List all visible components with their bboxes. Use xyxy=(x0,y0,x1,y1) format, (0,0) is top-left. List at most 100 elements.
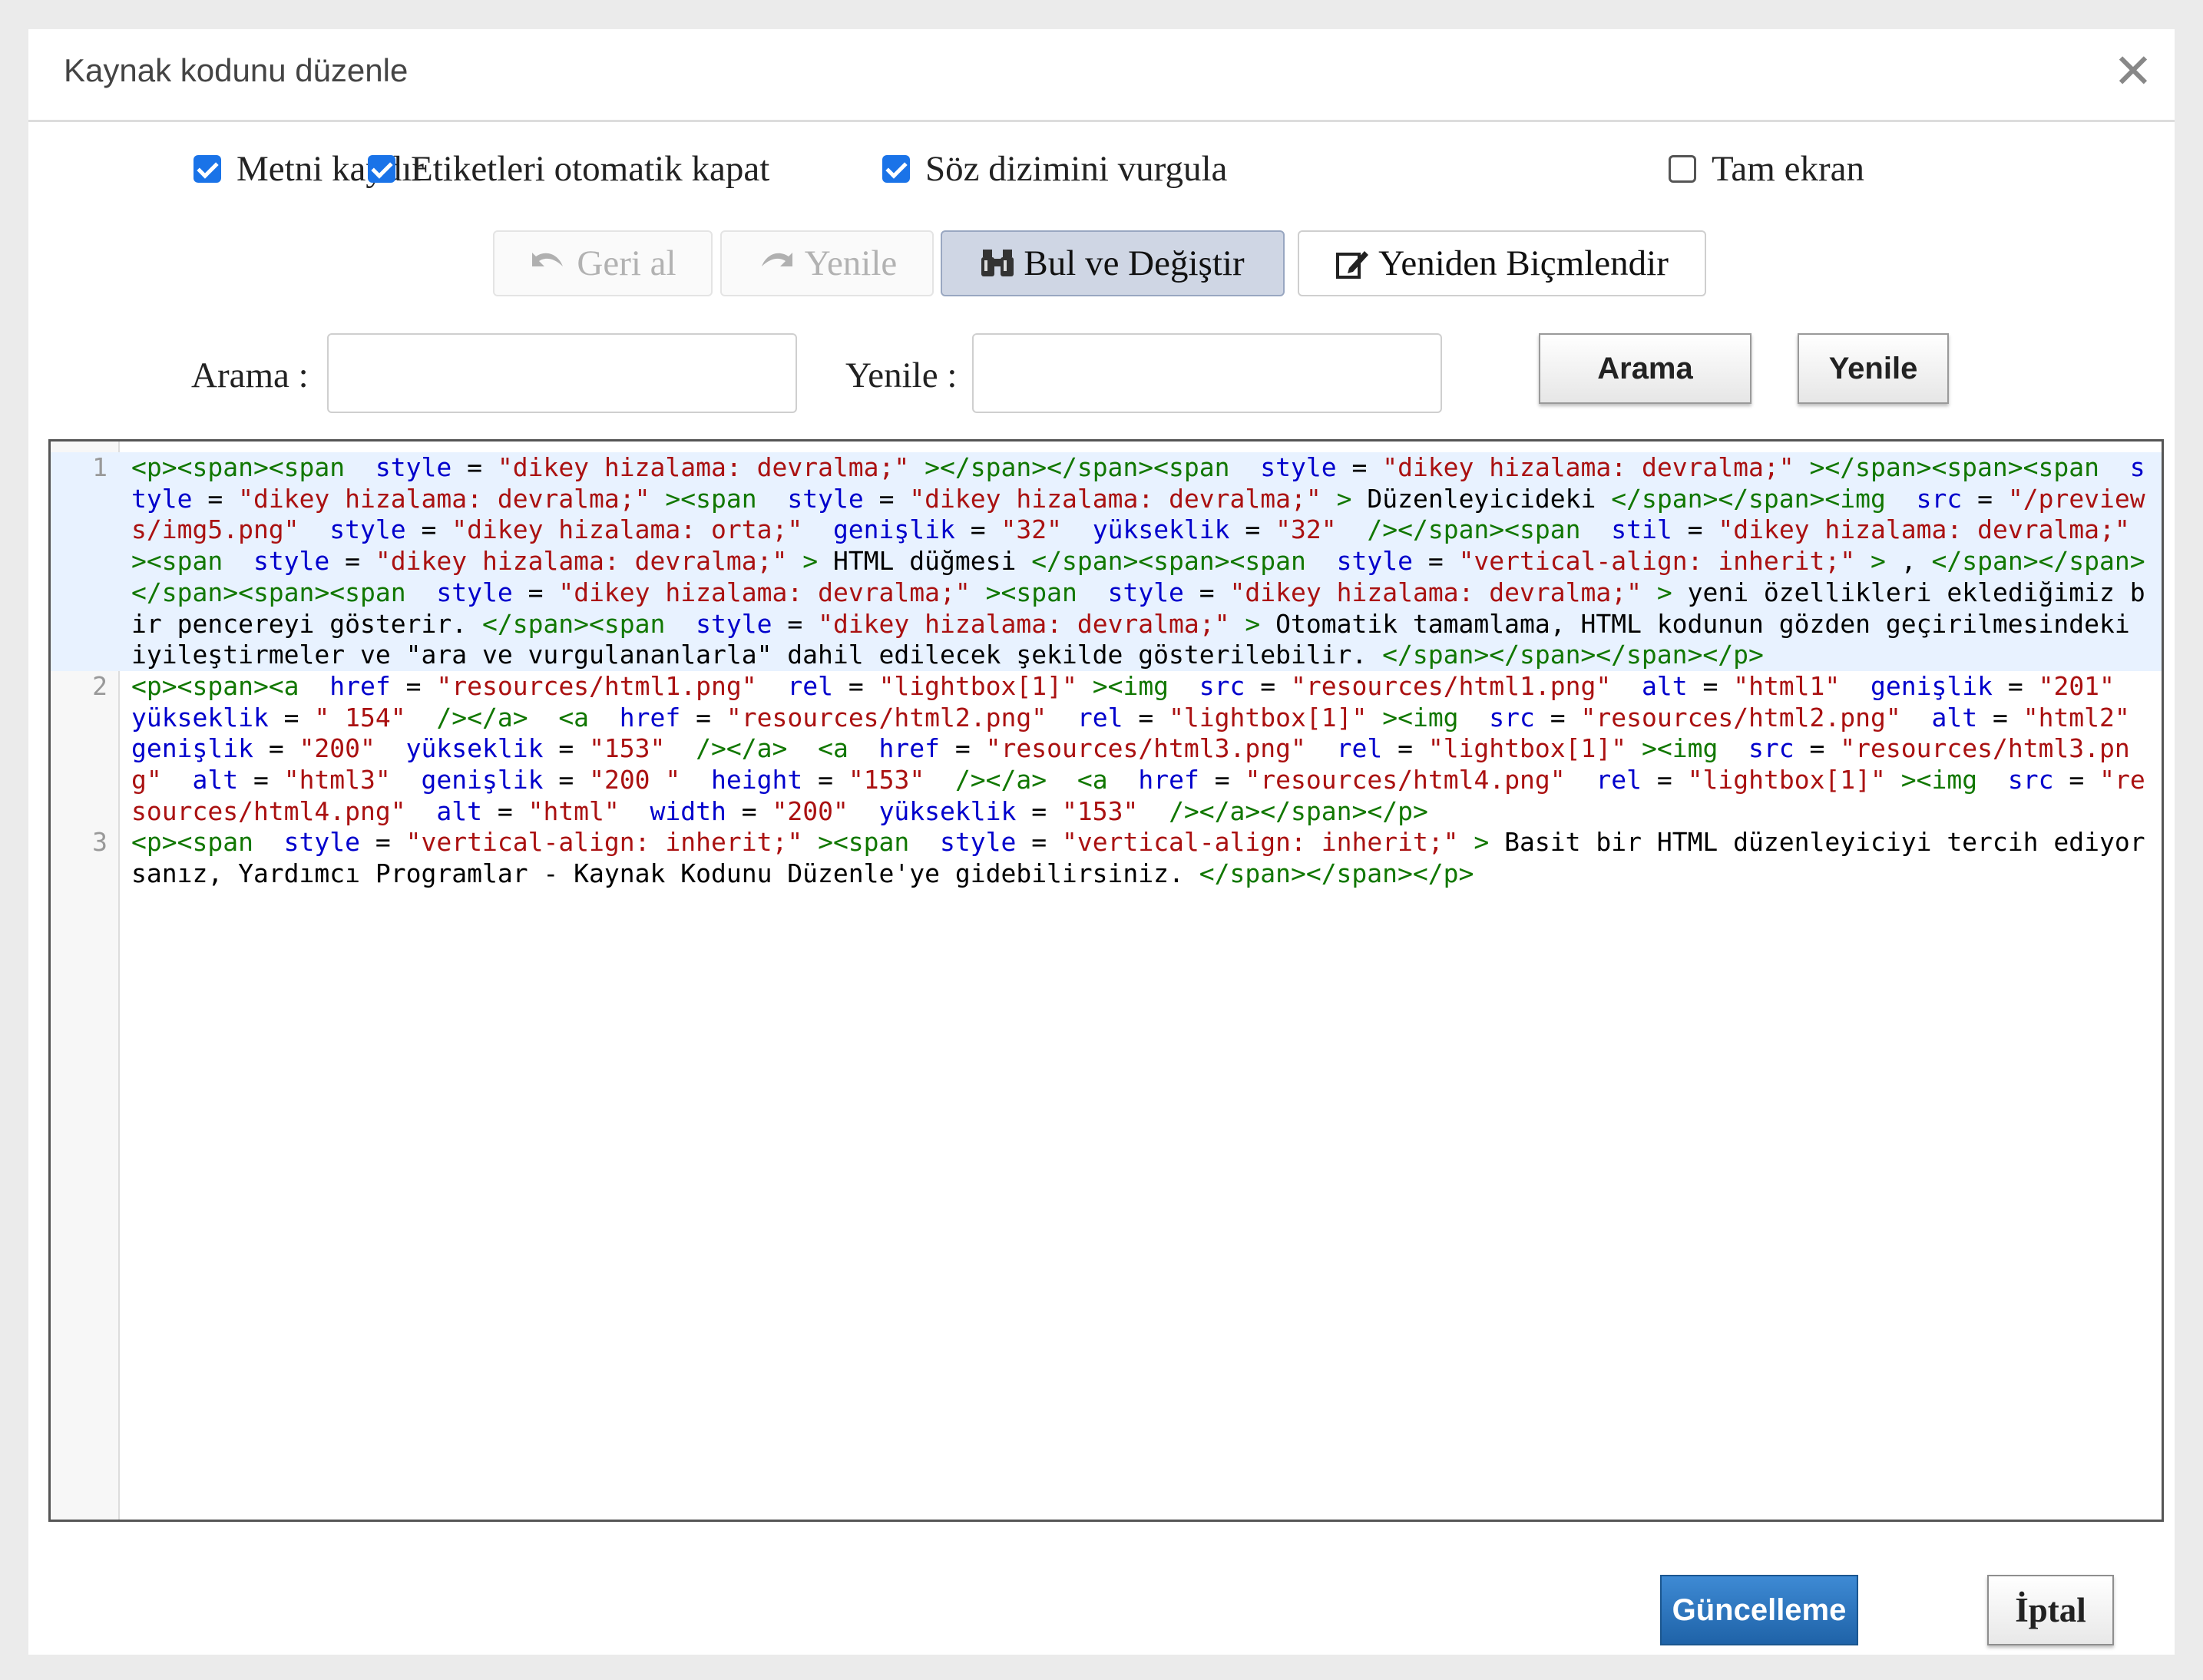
code-token: = xyxy=(238,765,284,795)
code-token: style xyxy=(1092,577,1184,607)
code-token: = xyxy=(1382,733,1428,764)
option-auto-close-tags[interactable]: Etiketleri otomatik kapat xyxy=(368,146,769,192)
redo-button[interactable]: Yenile xyxy=(720,230,934,296)
code-token: ></span><span><span xyxy=(1794,452,2115,482)
code-token: "153" xyxy=(848,765,925,795)
code-token: "resources/html1.png" xyxy=(436,670,757,701)
code-token: src xyxy=(1183,670,1245,701)
auto-close-tags-checkbox[interactable] xyxy=(368,155,395,183)
search-button[interactable]: Arama xyxy=(1539,333,1751,404)
code-token: alt xyxy=(1900,702,1978,733)
code-line[interactable]: 2 <p><span><a href = "resources/html1.png… xyxy=(51,671,2162,828)
undo-label: Geri al xyxy=(577,243,676,283)
code-token: /></span><span xyxy=(1336,514,1596,545)
code-token: = xyxy=(390,670,437,701)
code-token: "200 " xyxy=(589,765,681,795)
update-button[interactable]: Güncelleme xyxy=(1660,1575,1858,1645)
code-token: rel xyxy=(1565,765,1642,795)
full-screen-checkbox[interactable] xyxy=(1669,155,1696,183)
full-screen-label: Tam ekran xyxy=(1712,149,1864,189)
search-input[interactable] xyxy=(327,333,797,413)
code-token: style xyxy=(360,452,452,482)
code-token: width xyxy=(619,795,726,826)
code-editor[interactable]: 1 <p><span><span style = "dikey hizalama:… xyxy=(48,439,2164,1522)
edit-source-dialog: Kaynak kodunu düzenle ✕ Metni kaydır Eti… xyxy=(28,29,2175,1655)
code-token: rel xyxy=(1305,733,1383,764)
option-syntax-highlight[interactable]: Söz dizimini vurgula xyxy=(882,146,1227,192)
code-token: = xyxy=(1229,514,1276,545)
code-token: style xyxy=(299,514,406,545)
code-token: = xyxy=(1412,546,1459,577)
code-token: > xyxy=(787,546,833,577)
code-line[interactable]: 1 <p><span><span style = "dikey hizalama:… xyxy=(51,452,2162,671)
code-token: /></a> <a xyxy=(405,702,604,733)
code-token: = xyxy=(1123,702,1169,733)
reformat-button[interactable]: Yeniden Biçmlendir xyxy=(1298,230,1706,296)
code-token: style xyxy=(680,608,772,639)
code-token: = xyxy=(863,483,910,514)
replace-button[interactable]: Yenile xyxy=(1798,333,1949,404)
option-full-screen[interactable]: Tam ekran xyxy=(1669,146,1864,192)
undo-button[interactable]: Geri al xyxy=(493,230,713,296)
code-token: ><span xyxy=(802,827,925,858)
binoculars-icon xyxy=(981,248,1014,279)
code-token: ><span xyxy=(970,577,1093,607)
code-token: <p><span><span xyxy=(131,452,361,482)
code-token: "lightbox[1]" xyxy=(1169,702,1368,733)
find-replace-button[interactable]: Bul ve Değiştir xyxy=(941,230,1285,296)
code-token: = xyxy=(1977,702,2023,733)
code-token: = xyxy=(1336,452,1383,482)
code-token: href xyxy=(604,702,681,733)
code-token: "lightbox[1]" xyxy=(1687,765,1886,795)
code-token: = xyxy=(192,483,239,514)
code-token: ></span></span><span xyxy=(909,452,1245,482)
code-token: = xyxy=(1534,702,1581,733)
code-token: "resources/html1.png" xyxy=(1291,670,1612,701)
code-token: ><img xyxy=(1077,670,1184,701)
code-token: alt xyxy=(161,765,239,795)
code-token: /></a></span></p> xyxy=(1138,795,1428,826)
code-token: = xyxy=(253,733,299,764)
code-token: = xyxy=(1687,670,1734,701)
code-token: = xyxy=(832,670,879,701)
code-token: yükseklik xyxy=(848,795,1017,826)
replace-input[interactable] xyxy=(972,333,1442,413)
code-token: stil xyxy=(1596,514,1672,545)
syntax-highlight-checkbox[interactable] xyxy=(882,155,910,183)
code-token: = xyxy=(481,795,528,826)
code-token: "dikey hizalama: devralma;" xyxy=(909,483,1321,514)
cancel-button[interactable]: İptal xyxy=(1987,1575,2114,1645)
code-token: = xyxy=(1183,577,1230,607)
syntax-highlight-label: Söz dizimini vurgula xyxy=(925,149,1228,189)
code-token: </span></span><img xyxy=(1611,483,1901,514)
code-token: = xyxy=(1992,670,2039,701)
replace-field-label: Yenile : xyxy=(845,356,958,395)
code-token: = xyxy=(726,795,772,826)
code-token: = xyxy=(1672,514,1718,545)
code-token: > xyxy=(1641,577,1688,607)
code-token: = xyxy=(512,577,559,607)
wrap-text-checkbox[interactable] xyxy=(194,155,221,183)
line-number: 3 xyxy=(92,827,108,858)
code-token: genişlik xyxy=(802,514,955,545)
code-token: = xyxy=(329,546,375,577)
code-token: "dikey hizalama: devralma;" xyxy=(497,452,910,482)
code-line[interactable]: 3 <p><span style = "vertical-align: inher… xyxy=(51,827,2162,889)
code-token: <p><span xyxy=(131,827,269,858)
code-token: = xyxy=(543,733,590,764)
code-token: = xyxy=(940,733,986,764)
code-token: > xyxy=(1321,483,1368,514)
code-lines[interactable]: 1 <p><span><span style = "dikey hizalama:… xyxy=(51,452,2162,890)
close-button[interactable]: ✕ xyxy=(2110,48,2156,97)
code-token: = xyxy=(680,702,726,733)
code-token: "dikey hizalama: devralma;" xyxy=(1718,514,2130,545)
code-token: = xyxy=(1016,827,1062,858)
code-token: "dikey hizalama: devralma;" xyxy=(1229,577,1642,607)
code-token: "lightbox[1]" xyxy=(1427,733,1627,764)
code-token: /></a> <a xyxy=(925,765,1123,795)
code-token: = xyxy=(405,514,452,545)
code-token: "32" xyxy=(1001,514,1062,545)
code-token: ><span xyxy=(650,483,772,514)
code-token: </span></span></p> xyxy=(1199,858,1474,889)
dialog-title: Kaynak kodunu düzenle xyxy=(64,52,409,88)
